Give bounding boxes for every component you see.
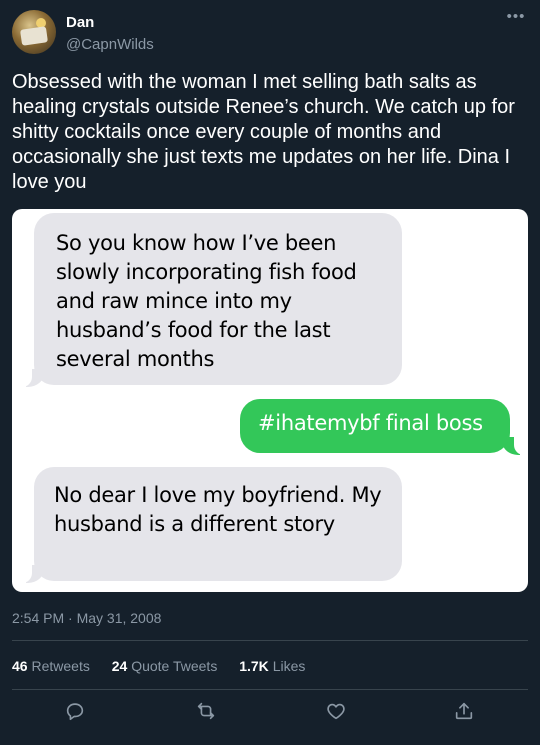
tweet-timestamp[interactable]: 2:54 PM · May 31, 2008 xyxy=(12,610,161,626)
likes-stat[interactable]: 1.7K Likes xyxy=(239,658,305,674)
share-icon[interactable] xyxy=(453,700,479,726)
quote-tweets-label: Quote Tweets xyxy=(131,658,218,674)
retweets-stat[interactable]: 46 Retweets xyxy=(12,658,90,674)
avatar[interactable] xyxy=(12,10,56,54)
retweets-label: Retweets xyxy=(31,658,90,674)
tweet-actions xyxy=(12,700,528,726)
divider xyxy=(12,689,528,690)
message-bubble-incoming: So you know how I’ve been slowly incorpo… xyxy=(34,213,402,385)
message-text: #ihatemybf final boss xyxy=(258,411,483,435)
tweet-stats: 46 Retweets 24 Quote Tweets 1.7K Likes xyxy=(12,658,323,674)
tweet-media-screenshot[interactable]: So you know how I’ve been slowly incorpo… xyxy=(12,209,528,592)
author-display-name[interactable]: Dan xyxy=(66,14,94,31)
tweet-header: Dan @CapnWilds ••• xyxy=(12,9,528,58)
message-text: No dear I love my boyfriend. My husband … xyxy=(54,483,382,536)
quote-tweets-count: 24 xyxy=(111,658,128,674)
reply-icon[interactable] xyxy=(64,700,90,726)
divider xyxy=(12,640,528,641)
author-handle[interactable]: @CapnWilds xyxy=(66,36,154,53)
retweet-icon[interactable] xyxy=(195,700,221,726)
likes-count: 1.7K xyxy=(239,658,269,674)
like-icon[interactable] xyxy=(325,700,351,726)
message-bubble-incoming: No dear I love my boyfriend. My husband … xyxy=(34,467,402,581)
likes-label: Likes xyxy=(272,658,306,674)
avatar-detail xyxy=(20,26,48,46)
quote-tweets-stat[interactable]: 24 Quote Tweets xyxy=(112,658,218,674)
retweets-count: 46 xyxy=(12,658,28,674)
more-options-icon[interactable]: ••• xyxy=(504,9,528,30)
message-bubble-outgoing: #ihatemybf final boss xyxy=(240,399,510,453)
tweet-text: Obsessed with the woman I met selling ba… xyxy=(12,71,515,193)
message-text: So you know how I’ve been slowly incorpo… xyxy=(56,231,357,371)
